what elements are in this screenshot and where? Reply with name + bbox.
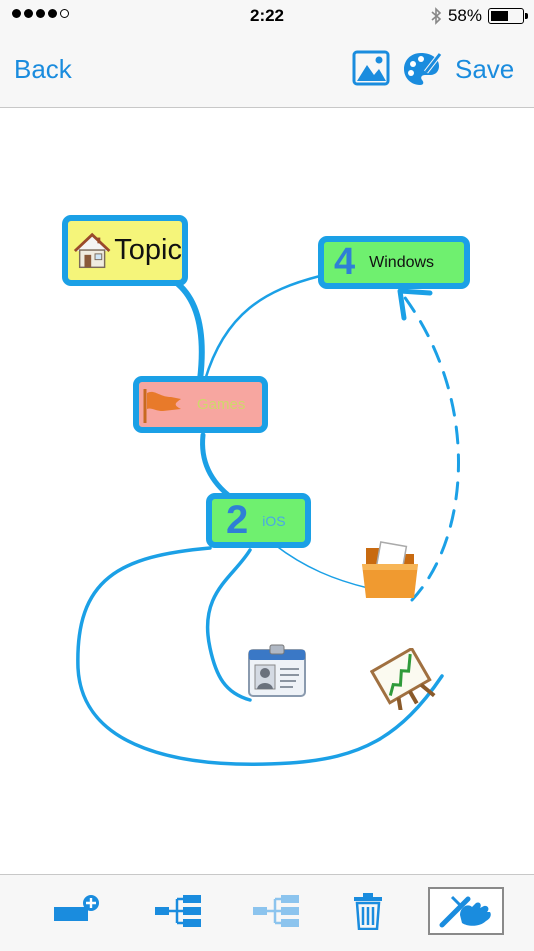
- folder-icon[interactable]: [358, 540, 424, 604]
- branch-topic-games: [175, 281, 205, 383]
- trash-icon: [354, 893, 382, 930]
- id-card-icon[interactable]: [246, 644, 308, 702]
- add-child-icon: [155, 895, 201, 927]
- flag-icon: [143, 388, 181, 423]
- node-ios-label: iOS: [262, 512, 286, 529]
- branch-ios-folder: [274, 544, 369, 589]
- delete-button[interactable]: [348, 889, 388, 933]
- status-bar: 2:22 58%: [0, 0, 534, 32]
- add-sibling-button[interactable]: [248, 889, 304, 933]
- edit-mode-icon: [439, 895, 491, 928]
- node-games[interactable]: Games: [133, 376, 268, 433]
- branch-games-windows: [203, 274, 322, 382]
- save-button[interactable]: Save: [455, 54, 514, 85]
- node-windows-label: Windows: [369, 253, 435, 271]
- battery-icon: [488, 8, 528, 24]
- image-icon[interactable]: [352, 50, 390, 86]
- branch-ios-idcard: [205, 548, 252, 702]
- battery-percent: 58%: [447, 6, 482, 25]
- add-node-button[interactable]: [48, 889, 108, 933]
- branch-games-ios: [200, 432, 235, 501]
- palette-icon[interactable]: [402, 50, 442, 88]
- node-games-label: Games: [197, 396, 246, 413]
- mindmap-canvas[interactable]: Topic 4 Windows Games 2 iOS: [0, 108, 534, 874]
- add-sibling-icon: [253, 895, 299, 927]
- back-button[interactable]: Back: [14, 54, 72, 85]
- node-topic[interactable]: Topic: [62, 215, 188, 286]
- add-child-button[interactable]: [150, 889, 206, 933]
- node-topic-label: Topic: [114, 234, 182, 266]
- bottom-toolbar: [0, 874, 534, 951]
- navigation-bar: Back Save: [0, 32, 534, 108]
- node-ios[interactable]: 2 iOS: [206, 493, 311, 548]
- edit-mode-button[interactable]: [428, 887, 504, 935]
- node-windows-badge: 4: [334, 241, 356, 283]
- node-windows[interactable]: 4 Windows: [318, 236, 470, 289]
- node-ios-badge: 2: [226, 498, 249, 542]
- bluetooth-icon: [431, 7, 442, 25]
- chart-easel-icon[interactable]: [370, 648, 440, 710]
- house-icon: [73, 232, 111, 268]
- add-node-icon: [54, 895, 99, 921]
